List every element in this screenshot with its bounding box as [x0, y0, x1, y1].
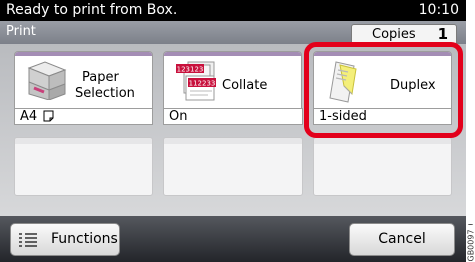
- collate-icon-text-back: 123123: [177, 66, 204, 74]
- copies-value: 1: [437, 25, 448, 43]
- duplex-value: 1-sided: [313, 108, 452, 125]
- status-message: Ready to print from Box.: [6, 2, 178, 18]
- duplex-label: Duplex: [390, 78, 436, 93]
- collate-value: On: [163, 108, 303, 125]
- copies-label: Copies: [372, 27, 416, 42]
- figure-id-caption: GB0097_00: [467, 224, 475, 262]
- status-bar: Ready to print from Box. 10:10: [0, 0, 466, 21]
- collate-label: Collate: [222, 78, 268, 93]
- bottom-bar: Functions Cancel: [0, 216, 466, 262]
- cancel-button[interactable]: Cancel: [349, 223, 455, 256]
- function-area: Paper Selection A4 123123 112233 Collate…: [0, 44, 466, 216]
- paper-selection-label-1: Paper: [82, 70, 119, 85]
- paper-tray-icon: [27, 61, 67, 100]
- functions-button[interactable]: Functions: [10, 223, 120, 256]
- paper-selection-label-2: Selection: [75, 86, 135, 101]
- clock: 10:10: [418, 2, 459, 18]
- page-title: Print: [6, 24, 36, 39]
- collate-icon-text-front: 112233: [189, 80, 216, 88]
- list-menu-icon: [19, 233, 37, 247]
- paper-size-value: A4: [20, 109, 38, 124]
- duplex-pages-icon: [329, 61, 357, 103]
- collate-stack-icon: 123123 112233: [176, 61, 216, 101]
- print-screen: Ready to print from Box. 10:10 Print Cop…: [0, 0, 466, 262]
- paper-selection-value: A4: [14, 108, 153, 125]
- empty-slot-1: [14, 137, 153, 196]
- copies-button[interactable]: Copies 1: [351, 24, 457, 45]
- portrait-page-icon: [43, 110, 54, 122]
- cancel-label: Cancel: [378, 231, 426, 247]
- empty-slot-3: [313, 137, 452, 196]
- functions-label: Functions: [51, 231, 118, 247]
- empty-slot-2: [163, 137, 303, 196]
